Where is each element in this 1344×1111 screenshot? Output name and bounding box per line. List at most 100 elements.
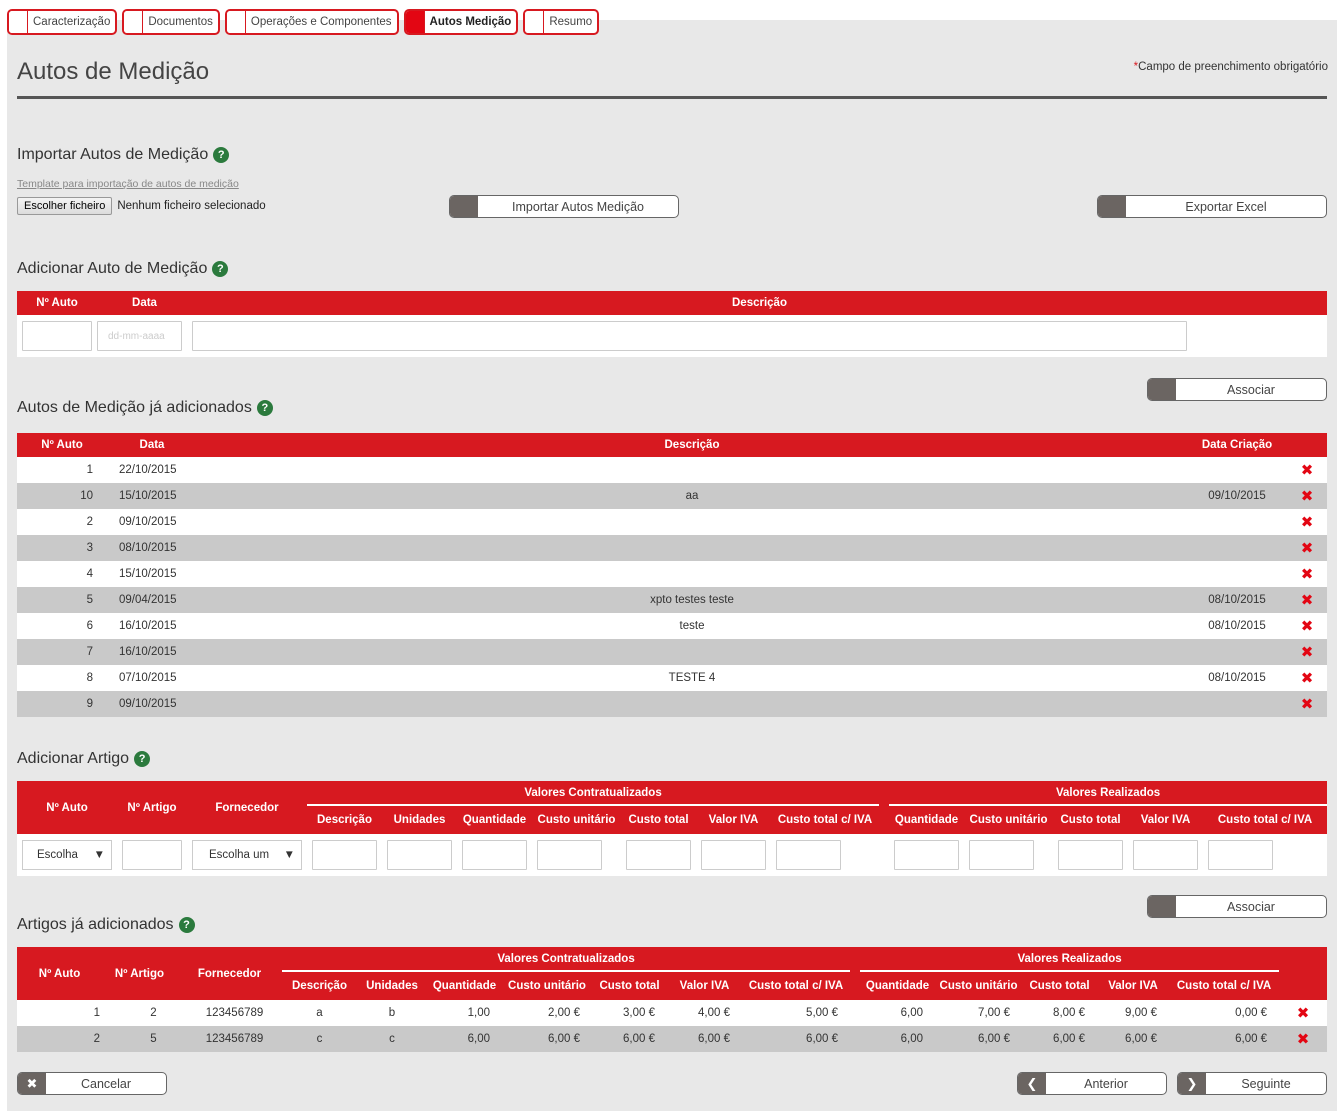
contract-custo-total-input[interactable] xyxy=(626,840,691,870)
contract-custo-unitario-input[interactable] xyxy=(537,840,602,870)
date-cell: 09/04/2015 xyxy=(107,587,197,613)
contract-value-cell: 5,00 € xyxy=(742,1000,851,1026)
delete-icon[interactable]: ✖ xyxy=(1287,613,1327,639)
auto-number-cell: 10 xyxy=(17,483,107,509)
contract-value-cell: 3,00 € xyxy=(592,1000,667,1026)
associate-artigos-button[interactable]: Associar xyxy=(1147,895,1327,918)
cancel-button[interactable]: ✖ Cancelar xyxy=(17,1072,167,1095)
table-row: 2 5 123456789 c c 6,00 6,00 €6,00 €6,00 €6,00 … xyxy=(17,1026,1328,1052)
contract-custo-total-iva-input[interactable] xyxy=(776,840,841,870)
help-icon[interactable]: ? xyxy=(256,400,273,416)
tab-caracterizacao[interactable]: Caracterização xyxy=(7,9,118,35)
next-button[interactable]: ❯ Seguinte xyxy=(1177,1072,1327,1095)
col-header: Fornecedor xyxy=(177,947,282,1000)
description-cell: aa xyxy=(197,483,1187,509)
group-header-realized: Valores Realizados xyxy=(860,947,1280,972)
tab-marker xyxy=(226,11,246,33)
contract-unidades-input[interactable] xyxy=(387,840,452,870)
col-header: Quantidade xyxy=(427,971,502,1000)
tab-label: Autos Medição xyxy=(429,16,512,28)
delete-icon[interactable]: ✖ xyxy=(1287,535,1327,561)
delete-icon[interactable]: ✖ xyxy=(1287,483,1327,509)
contract-valor-iva-input[interactable] xyxy=(701,840,766,870)
table-row: 6 16/10/2015 teste 08/10/2015 ✖ xyxy=(17,613,1327,639)
template-link[interactable]: Template para importação de autos de med… xyxy=(17,178,239,190)
realized-value-cell: 6,00 € xyxy=(1022,1026,1098,1052)
artigos-section-title: Artigos já adicionados ? xyxy=(17,916,195,934)
auto-number-input[interactable] xyxy=(22,321,92,351)
tab-operacoes[interactable]: Operações e Componentes xyxy=(224,9,399,35)
tab-autos-medicao[interactable]: Autos Medição xyxy=(403,9,519,35)
description-cell xyxy=(197,535,1187,561)
delete-icon[interactable]: ✖ xyxy=(1287,639,1327,665)
help-icon[interactable]: ? xyxy=(134,751,151,767)
date-input[interactable]: dd-mm-aaaa xyxy=(97,321,182,351)
delete-icon[interactable]: ✖ xyxy=(1279,1026,1328,1052)
realized-custo-total-iva-input[interactable] xyxy=(1208,840,1274,870)
col-header: Custo unitário xyxy=(532,805,621,834)
delete-icon[interactable]: ✖ xyxy=(1287,509,1327,535)
button-icon xyxy=(1098,196,1126,217)
button-label: Cancelar xyxy=(80,1076,132,1091)
delete-icon[interactable]: ✖ xyxy=(1287,665,1327,691)
help-icon[interactable]: ? xyxy=(212,261,229,277)
table-row: 1 2 123456789 a b 1,00 2,00 €3,00 €4,00 €5,00 … xyxy=(17,1000,1328,1026)
contract-descricao-input[interactable] xyxy=(312,840,377,870)
delete-icon[interactable]: ✖ xyxy=(1287,587,1327,613)
creation-date-cell: 08/10/2015 xyxy=(1187,587,1287,613)
col-header: Descrição xyxy=(307,805,382,834)
export-excel-button[interactable]: Exportar Excel xyxy=(1097,195,1327,218)
section-title-text: Importar Autos de Medição xyxy=(17,146,209,163)
creation-date-cell: 08/10/2015 xyxy=(1187,613,1287,639)
description-input[interactable] xyxy=(192,321,1187,351)
realized-value-cell: 6,00 xyxy=(860,1026,936,1052)
group-spacer xyxy=(850,947,861,1000)
description-cell xyxy=(197,561,1187,587)
realized-value-cell: 6,00 € xyxy=(1097,1026,1170,1052)
step-tabs: Caracterização Documentos Operações e Co… xyxy=(7,9,600,35)
choose-file-button[interactable]: Escolher ficheiro xyxy=(17,197,113,215)
col-header: Custo total xyxy=(592,971,667,1000)
col-header: Descrição xyxy=(197,433,1187,457)
contract-value-cell: c xyxy=(357,1026,427,1052)
fornecedor-select[interactable]: Escolha um ▼ xyxy=(192,840,302,870)
page-title: Autos de Medição xyxy=(17,58,210,85)
realized-quantidade-input[interactable] xyxy=(894,840,960,870)
file-picker: Escolher ficheiro Nenhum ficheiro seleci… xyxy=(17,197,266,215)
col-header: Valor IVA xyxy=(1097,971,1170,1000)
help-icon[interactable]: ? xyxy=(213,147,230,163)
delete-icon[interactable]: ✖ xyxy=(1287,561,1327,587)
realized-value-cell: 9,00 € xyxy=(1097,1000,1170,1026)
dropdown-arrow-icon: ▼ xyxy=(283,849,295,861)
table-row: 5 09/04/2015 xpto testes teste 08/10/2015 ✖ xyxy=(17,587,1327,613)
col-header: Quantidade xyxy=(457,805,532,834)
chevron-left-icon: ❮ xyxy=(1018,1073,1046,1094)
auto-select[interactable]: Escolha ▼ xyxy=(22,840,112,870)
artigo-input-row: Escolha ▼ Escolha um ▼ xyxy=(17,834,1328,876)
realized-custo-total-input[interactable] xyxy=(1058,840,1124,870)
button-icon xyxy=(450,196,478,217)
add-artigo-table: Nº Auto Nº Artigo Fornecedor Valores Con… xyxy=(17,781,1328,876)
contract-quantidade-input[interactable] xyxy=(462,840,527,870)
help-icon[interactable]: ? xyxy=(178,917,195,933)
autos-table-body: 1 22/10/2015 ✖ 10 15/10/2015 aa 09/10/2015 ✖ 2 09… xyxy=(17,457,1327,717)
associate-autos-button[interactable]: Associar xyxy=(1147,378,1327,401)
col-header: Nº Auto xyxy=(17,781,117,834)
date-cell: 15/10/2015 xyxy=(107,561,197,587)
previous-button[interactable]: ❮ Anterior xyxy=(1017,1072,1167,1095)
delete-icon[interactable]: ✖ xyxy=(1279,1000,1328,1026)
tab-resumo[interactable]: Resumo xyxy=(523,9,600,35)
tab-label: Documentos xyxy=(148,16,213,28)
tab-documentos[interactable]: Documentos xyxy=(122,9,220,35)
col-header: Descrição xyxy=(192,291,1327,315)
delete-icon[interactable]: ✖ xyxy=(1287,457,1327,483)
tab-label: Resumo xyxy=(549,16,593,28)
button-label: Exportar Excel xyxy=(1185,199,1267,214)
realized-valor-iva-input[interactable] xyxy=(1133,840,1199,870)
import-button[interactable]: Importar Autos Medição xyxy=(449,195,679,218)
auto-number-cell: 3 xyxy=(17,535,107,561)
realized-custo-unitario-input[interactable] xyxy=(969,840,1035,870)
artigo-number-input[interactable] xyxy=(122,840,182,870)
title-divider xyxy=(17,96,1327,99)
delete-icon[interactable]: ✖ xyxy=(1287,691,1327,717)
